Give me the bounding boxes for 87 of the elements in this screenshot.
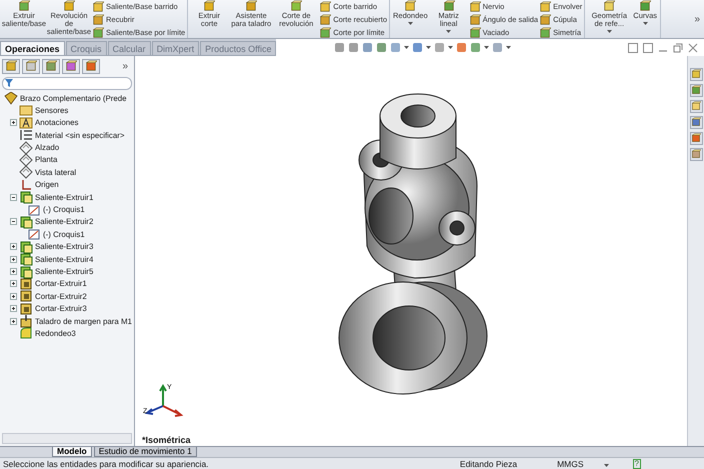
extrusion-icon xyxy=(19,264,33,279)
box-icon xyxy=(603,0,616,12)
box-icon xyxy=(92,14,104,26)
part-icon xyxy=(4,92,18,106)
close-icon[interactable] xyxy=(688,42,698,53)
panel-tab[interactable] xyxy=(22,58,40,74)
expand-icon[interactable] xyxy=(10,256,17,263)
caret-icon xyxy=(408,22,413,25)
caret-icon xyxy=(484,46,490,50)
axis-triad-icon xyxy=(144,384,184,417)
letter-icon xyxy=(19,116,33,130)
box-icon xyxy=(639,0,652,12)
panel-tab[interactable] xyxy=(42,58,60,74)
box-icon xyxy=(92,26,104,38)
box-icon xyxy=(319,14,332,26)
tab[interactable]: Estudio de movimiento 1 xyxy=(94,446,197,458)
fillet-icon xyxy=(19,326,33,340)
drill-icon xyxy=(19,314,33,328)
box-icon xyxy=(203,0,216,12)
filter-field[interactable] xyxy=(2,76,132,90)
plane-icon xyxy=(19,165,33,180)
plane-icon xyxy=(19,153,33,167)
box-icon xyxy=(18,0,30,12)
caret-icon xyxy=(642,22,648,25)
box-icon xyxy=(539,26,552,38)
task-pane-tab[interactable] xyxy=(690,116,702,129)
tab[interactable]: Operaciones xyxy=(0,41,65,55)
plane-icon xyxy=(19,140,33,155)
tile-icon[interactable] xyxy=(643,42,653,53)
caret-icon xyxy=(606,30,612,33)
box-icon xyxy=(404,0,416,12)
expand-icon[interactable] xyxy=(10,318,17,325)
box-icon xyxy=(319,0,332,12)
box-icon xyxy=(63,0,75,12)
caret-icon xyxy=(604,464,609,467)
status-mode: Editando Pieza xyxy=(460,458,518,469)
task-pane-tab[interactable] xyxy=(690,132,702,145)
box-icon xyxy=(245,0,258,12)
task-pane-tab[interactable] xyxy=(690,84,702,97)
box-icon xyxy=(319,26,332,38)
box-icon xyxy=(539,14,552,26)
caret-icon xyxy=(426,46,432,50)
help-button[interactable]: ? xyxy=(632,458,641,469)
sketch-icon xyxy=(27,227,41,242)
box-icon xyxy=(539,0,552,12)
box-icon xyxy=(290,0,302,12)
task-pane-tab[interactable] xyxy=(690,148,702,161)
box-icon xyxy=(468,26,481,38)
scrollbar[interactable] xyxy=(2,432,132,444)
units-selector[interactable]: MMGS xyxy=(557,458,584,469)
sketch-icon xyxy=(27,202,41,217)
caret-icon xyxy=(446,30,452,33)
extrusion-icon xyxy=(19,240,33,254)
status-message: Seleccione las entidades para modificar su apariencia. xyxy=(3,458,209,469)
extrusion-icon xyxy=(19,190,33,204)
task-pane-tab[interactable] xyxy=(690,68,702,81)
extrusion-icon xyxy=(19,289,33,304)
extrusion-icon xyxy=(19,302,33,316)
caret-icon xyxy=(506,46,512,50)
caret-icon xyxy=(448,46,454,50)
expand-icon[interactable] xyxy=(10,243,17,250)
expand-icon[interactable] xyxy=(10,268,17,275)
panel-tab[interactable] xyxy=(2,58,20,74)
view-name: *Isométrica xyxy=(142,434,191,445)
expand-icon[interactable] xyxy=(10,305,17,312)
expand-icon[interactable] xyxy=(10,292,17,300)
collapse-icon[interactable] xyxy=(10,218,17,226)
overflow-chevron[interactable]: » xyxy=(690,0,704,38)
panel-tab[interactable] xyxy=(62,58,80,74)
caret-icon xyxy=(404,46,410,50)
restore-icon[interactable] xyxy=(673,42,683,53)
box-icon xyxy=(442,0,455,12)
task-pane-tab[interactable] xyxy=(690,100,702,113)
box-icon xyxy=(468,14,481,26)
extrusion-icon xyxy=(19,252,33,266)
panel-tab[interactable] xyxy=(82,58,100,74)
extrusion-icon xyxy=(19,276,33,291)
expand-icon[interactable] xyxy=(10,119,17,126)
overflow-chevron[interactable]: » xyxy=(122,60,132,72)
box-icon xyxy=(468,0,481,12)
expand-icon[interactable] xyxy=(10,280,17,288)
funnel-icon xyxy=(5,79,13,88)
tab[interactable]: Modelo xyxy=(52,446,92,458)
extrusion-icon xyxy=(19,214,33,229)
tile-icon[interactable] xyxy=(628,42,638,53)
box-icon xyxy=(92,0,104,12)
collapse-icon[interactable] xyxy=(10,194,17,201)
